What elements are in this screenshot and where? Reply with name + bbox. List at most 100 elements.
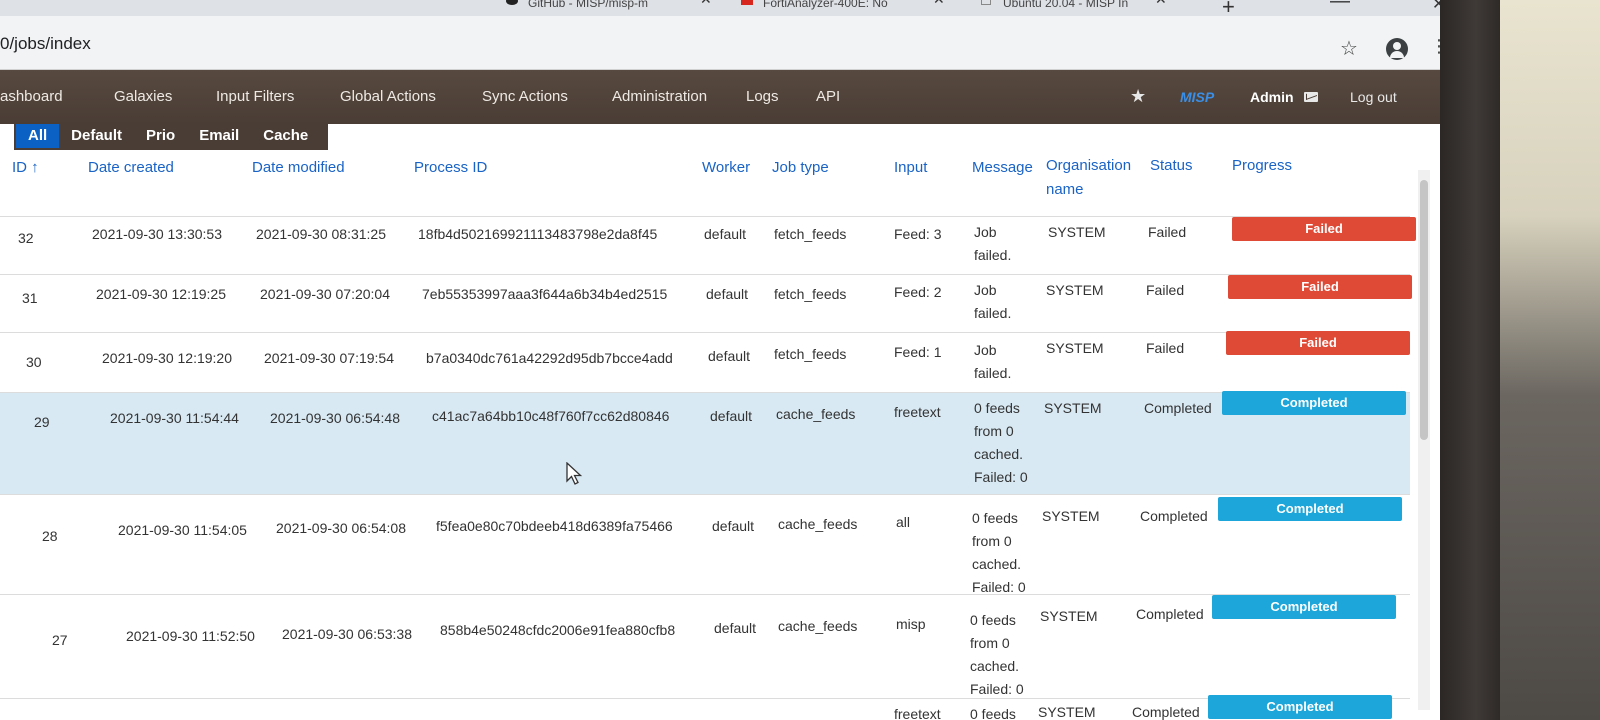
cell-worker: default	[714, 620, 757, 636]
bookmark-star-icon[interactable]: ☆	[1340, 36, 1358, 61]
cell-job-type: fetch_feeds	[774, 286, 847, 302]
mouse-cursor-icon	[566, 462, 583, 485]
cell-worker: default	[710, 408, 753, 424]
header-input[interactable]: Input	[894, 156, 927, 180]
table-row[interactable]: 30 2021-09-30 12:19:20 2021-09-30 07:19:…	[0, 331, 1410, 392]
header-worker[interactable]: Worker	[702, 156, 750, 180]
cell-input: misp	[896, 616, 926, 632]
cell-worker: default	[712, 518, 755, 534]
favourite-star-icon[interactable]: ★	[1130, 86, 1146, 107]
header-status[interactable]: Status	[1150, 154, 1193, 178]
nav-input-filters[interactable]: Input Filters	[216, 88, 294, 105]
room-background	[1500, 0, 1600, 720]
scrollbar-thumb[interactable]	[1420, 180, 1428, 440]
filter-email[interactable]: Email	[187, 124, 251, 148]
nav-galaxies[interactable]: Galaxies	[114, 88, 172, 105]
header-id[interactable]: ID ↑	[12, 156, 39, 180]
progress-bar-completed: Completed	[1212, 595, 1396, 619]
header-organisation-name[interactable]: Organisation name	[1046, 154, 1142, 202]
table-row[interactable]: 27 2021-09-30 11:52:50 2021-09-30 06:53:…	[0, 594, 1410, 698]
browser-tab-ubuntu[interactable]: Ubuntu 20.04 - MISP In ✕	[975, 0, 1180, 16]
tab-label: GitHub - MISP/misp-m	[528, 0, 649, 10]
header-process-id[interactable]: Process ID	[414, 156, 487, 180]
cell-date-created: 2021-09-30 12:19:25	[96, 286, 226, 302]
nav-dashboard[interactable]: ashboard	[0, 88, 63, 105]
mail-icon[interactable]	[1304, 92, 1318, 102]
cell-org: SYSTEM	[1046, 340, 1104, 356]
logout-link[interactable]: Log out	[1350, 89, 1397, 105]
cell-job-type: cache_feeds	[778, 516, 858, 532]
nav-api[interactable]: API	[816, 88, 840, 105]
browser-tab-fortianalyzer[interactable]: FortiAnalyzer-400E: No ✕	[735, 0, 955, 16]
nav-global-actions[interactable]: Global Actions	[340, 88, 436, 105]
filter-cache[interactable]: Cache	[251, 124, 320, 148]
table-row[interactable]: freetext 0 feeds SYSTEM Completed Comple…	[0, 695, 1410, 720]
minimize-icon[interactable]: —	[1330, 0, 1350, 13]
header-date-created[interactable]: Date created	[88, 156, 174, 180]
cell-date-modified: 2021-09-30 07:20:04	[260, 286, 390, 302]
progress-bar-completed: Completed	[1208, 695, 1392, 719]
url-text[interactable]: 0/jobs/index	[0, 34, 91, 54]
cell-input: all	[896, 514, 911, 530]
nav-sync-actions[interactable]: Sync Actions	[482, 88, 568, 105]
filter-default[interactable]: Default	[59, 124, 134, 148]
cell-date-created: 2021-09-30 11:54:05	[118, 522, 247, 538]
cell-org: SYSTEM	[1046, 282, 1104, 298]
table-row[interactable]: 29 2021-09-30 11:54:44 2021-09-30 06:54:…	[0, 391, 1410, 494]
cell-status: Completed	[1136, 606, 1204, 622]
cell-process-id: 7eb55353997aaa3f644a6b34b4ed2515	[422, 286, 668, 302]
filter-all[interactable]: All	[16, 124, 60, 148]
close-window-icon[interactable]: ✕	[1432, 0, 1440, 14]
table-row[interactable]: 32 2021-09-30 13:30:53 2021-09-30 08:31:…	[0, 216, 1416, 274]
table-row[interactable]: 31 2021-09-30 12:19:25 2021-09-30 07:20:…	[0, 274, 1412, 332]
nav-administration[interactable]: Administration	[612, 88, 707, 105]
browser-tab-github[interactable]: GitHub - MISP/misp-m ✕	[500, 0, 715, 16]
nav-logs[interactable]: Logs	[746, 88, 779, 105]
progress-bar-failed: Failed	[1232, 217, 1416, 241]
header-job-type[interactable]: Job type	[772, 156, 829, 180]
kebab-menu-icon[interactable]: ⋮	[1430, 36, 1440, 57]
cell-id: 27	[52, 632, 68, 648]
misp-brand[interactable]: MISP	[1180, 89, 1214, 105]
tab-label: Ubuntu 20.04 - MISP In	[1003, 0, 1129, 10]
cell-org: SYSTEM	[1038, 704, 1096, 720]
close-tab-icon[interactable]: ✕	[1155, 0, 1167, 6]
cell-worker: default	[704, 226, 747, 242]
cell-org: SYSTEM	[1042, 508, 1100, 524]
progress-bar-completed: Completed	[1222, 391, 1406, 415]
progress-bar-completed: Completed	[1218, 497, 1402, 521]
cell-message: 0 feeds	[970, 706, 1016, 720]
user-admin[interactable]: Admin	[1250, 89, 1294, 105]
cell-id: 30	[26, 354, 42, 370]
cell-status: Completed	[1140, 508, 1208, 524]
cell-status: Failed	[1146, 282, 1185, 298]
address-bar[interactable]: 0/jobs/index ☆ ⋮	[0, 16, 1440, 70]
cell-message: 0 feeds from 0 cached. Failed: 0	[972, 510, 1026, 595]
close-tab-icon[interactable]: ✕	[700, 0, 712, 6]
tab-label: FortiAnalyzer-400E: No	[763, 0, 888, 10]
header-message[interactable]: Message	[972, 156, 1033, 180]
close-tab-icon[interactable]: ✕	[933, 0, 945, 6]
cell-date-modified: 2021-09-30 07:19:54	[264, 350, 394, 366]
progress-bar-failed: Failed	[1228, 275, 1412, 299]
cell-message: Job failed.	[974, 224, 1012, 263]
page-icon	[981, 0, 991, 5]
cell-job-type: fetch_feeds	[774, 346, 847, 362]
header-progress[interactable]: Progress	[1232, 154, 1292, 178]
filter-prio[interactable]: Prio	[134, 124, 187, 148]
cell-org: SYSTEM	[1040, 608, 1098, 624]
cell-input: Feed: 3	[894, 226, 942, 242]
vertical-scrollbar[interactable]	[1418, 170, 1430, 710]
cell-date-modified: 2021-09-30 06:54:48	[270, 410, 400, 426]
cell-process-id: 858b4e50248cfdc2006e91fea880cfb8	[440, 622, 676, 638]
cell-job-type: fetch_feeds	[774, 226, 847, 242]
cell-job-type: cache_feeds	[778, 618, 858, 634]
header-date-modified[interactable]: Date modified	[252, 156, 345, 180]
job-filter-tabs: All Default Prio Email Cache	[14, 122, 329, 150]
cell-status: Completed	[1144, 400, 1212, 416]
cell-date-created: 2021-09-30 11:52:50	[126, 628, 255, 644]
profile-icon[interactable]	[1386, 38, 1408, 60]
cell-message: Job failed.	[974, 282, 1012, 321]
table-row[interactable]: 28 2021-09-30 11:54:05 2021-09-30 06:54:…	[0, 494, 1410, 595]
cell-process-id: b7a0340dc761a42292d95db7bcce4add	[426, 350, 673, 366]
